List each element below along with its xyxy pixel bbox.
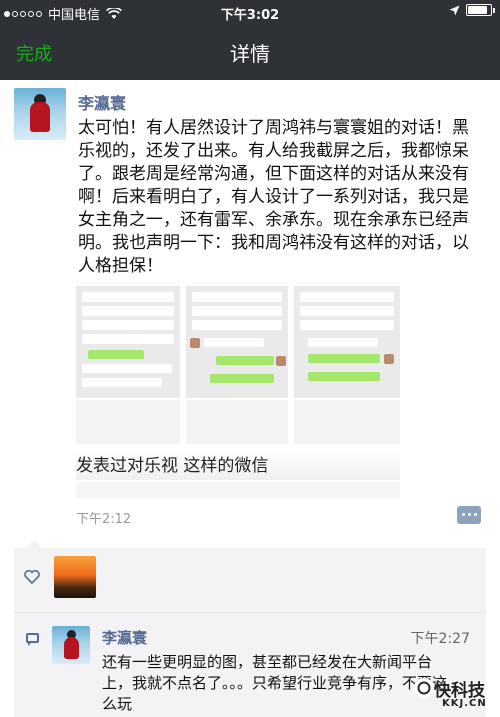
page-title: 详情 (230, 42, 270, 66)
battery-fill (468, 6, 487, 14)
image-caption: 发表过对乐视 这样的微信 (76, 456, 269, 476)
status-bar: 中国电信 下午3:02 (0, 0, 500, 24)
commenter-avatar[interactable] (52, 626, 90, 664)
watermark-domain: KKJ.CN (442, 698, 487, 709)
chat-screenshot-3 (294, 286, 400, 398)
author-name[interactable]: 李瀛寰 (78, 90, 126, 114)
watermark-logo-icon (414, 678, 434, 698)
post-text: 太可怕！有人居然设计了周鸿祎与寰寰姐的对话！黑乐视的，还发了出来。有人给我截屏之… (78, 118, 469, 276)
panel-divider (14, 612, 486, 613)
author-avatar[interactable] (14, 88, 66, 140)
nav-bar: 完成 详情 (0, 24, 500, 80)
comment-text[interactable]: 还有一些更明显的图，甚至都已经发在大新闻平台上，我就不点名了。。。只希望行业竞争… (102, 652, 447, 715)
liker-avatar[interactable] (54, 556, 96, 598)
status-right (449, 4, 495, 16)
watermark: 快科技 KKJ.CN (414, 676, 498, 716)
post-time: 下午2:12 (76, 512, 132, 527)
chat-screenshot-2 (186, 286, 288, 398)
location-arrow-icon (449, 5, 460, 15)
comment-action-button[interactable] (457, 506, 481, 524)
speech-bubble-icon (26, 633, 39, 646)
comment-time: 下午2:27 (410, 631, 470, 647)
status-time: 下午3:02 (220, 8, 280, 23)
commenter-name[interactable]: 李瀛寰 (102, 627, 147, 648)
chat-screenshot-1 (76, 286, 180, 398)
battery-icon (466, 4, 495, 16)
heart-outline-icon (24, 569, 40, 588)
panel-arrow (26, 540, 42, 548)
